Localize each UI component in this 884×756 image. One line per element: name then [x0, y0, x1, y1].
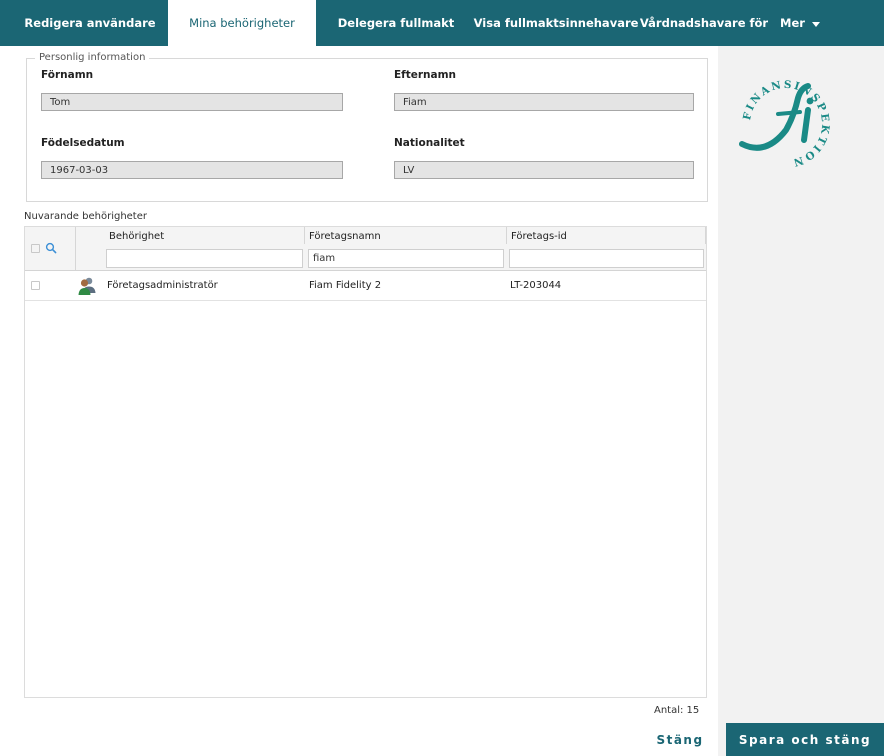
- permissions-table: Behörighet Företagsnamn Företags-id fiam…: [24, 226, 707, 698]
- table-header: Behörighet Företagsnamn Företags-id fiam: [25, 227, 706, 271]
- tab-more-label: Mer: [780, 16, 805, 30]
- close-button[interactable]: Stäng: [640, 723, 720, 756]
- chevron-down-icon: [811, 21, 820, 27]
- personal-info-fieldset: Personlig information Förnamn Tom Eftern…: [26, 52, 708, 202]
- row-checkbox[interactable]: [31, 281, 40, 290]
- finansinspektionen-logo: FINANSINSPEKTIONEN: [728, 58, 829, 169]
- cell-permission: Företagsadministratör: [107, 280, 218, 291]
- first-name-label: Förnamn: [41, 69, 94, 81]
- column-divider: [75, 227, 76, 270]
- birth-date-label: Födelsedatum: [41, 137, 125, 149]
- search-icon[interactable]: [45, 242, 57, 254]
- cell-company-name: Fiam Fidelity 2: [309, 280, 382, 291]
- save-and-close-button[interactable]: Spara och stäng: [726, 723, 884, 756]
- first-name-field[interactable]: Tom: [41, 93, 343, 111]
- filter-company-id-input[interactable]: [509, 249, 704, 268]
- tab-my-permissions[interactable]: Mina behörigheter: [168, 0, 316, 46]
- select-all-checkbox[interactable]: [31, 244, 40, 253]
- column-header-company-name[interactable]: Företagsnamn: [305, 227, 507, 244]
- column-header-permission[interactable]: Behörighet: [105, 227, 305, 244]
- column-header-company-id[interactable]: Företags-id: [507, 227, 706, 244]
- tab-bar: Redigera användare Mina behörigheter Del…: [0, 0, 884, 46]
- personal-info-legend: Personlig information: [35, 52, 150, 63]
- tab-guardian-for[interactable]: Vårdnadshavare för: [636, 0, 772, 46]
- table-row[interactable]: Företagsadministratör Fiam Fidelity 2 LT…: [25, 271, 706, 301]
- permissions-section-title: Nuvarande behörigheter: [24, 211, 147, 222]
- tab-view-attorney-holders[interactable]: Visa fullmaktsinnehavare: [474, 0, 639, 46]
- tab-edit-user[interactable]: Redigera användare: [12, 0, 168, 46]
- cell-company-id: LT-203044: [510, 280, 562, 291]
- tab-delegate-power-of-attorney[interactable]: Delegera fullmakt: [316, 0, 476, 46]
- last-name-label: Efternamn: [394, 69, 457, 81]
- tab-more[interactable]: Mer: [772, 0, 834, 46]
- filter-company-name-input[interactable]: fiam: [308, 249, 504, 268]
- user-admin-icon: [78, 277, 96, 295]
- tab-bar-spacer: [0, 0, 12, 46]
- filter-permission-input[interactable]: [106, 249, 303, 268]
- last-name-field[interactable]: Fiam: [394, 93, 694, 111]
- record-count: Antal: 15: [654, 705, 700, 716]
- nationality-field[interactable]: LV: [394, 161, 694, 179]
- nationality-label: Nationalitet: [394, 137, 465, 149]
- birth-date-field[interactable]: 1967-03-03: [41, 161, 343, 179]
